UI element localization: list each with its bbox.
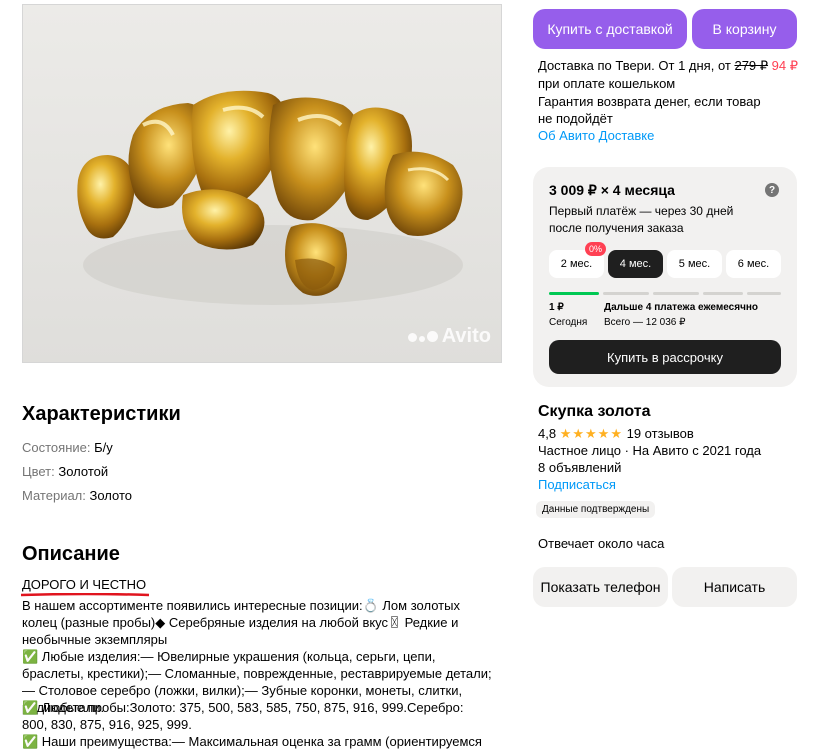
description-para-3: ✅ Любые пробы:Золото: 375, 500, 583, 585… [22,700,464,732]
buy-with-delivery-button[interactable]: Купить с доставкой [533,9,687,49]
rest-payments-total: Всего — 12 036 ₽ [604,317,686,328]
subscribe-link[interactable]: Подписаться [538,476,616,493]
description-head: ДОРОГО И ЧЕСТНО [22,577,147,592]
char-value: Б/у [94,440,113,455]
description-title: Описание [22,543,120,565]
verified-badge: Данные подтверждены [536,501,656,518]
seller-name[interactable]: Скупка золота [538,403,650,421]
avito-watermark: Avito [407,325,491,348]
response-time: Отвечает около часа [538,536,665,551]
rest-payments: Дальше 4 платежа ежемесячно Всего — 12 0… [604,300,758,330]
show-phone-button[interactable]: Показать телефон [533,567,668,607]
first-payment: 1 ₽ Сегодня [549,300,587,330]
delivery-line-1: Доставка по Твери. От 1 дня, от 279 ₽ 94… [538,57,798,74]
avito-delivery-link[interactable]: Об Авито Доставке [538,127,654,144]
old-price: 279 ₽ [734,58,769,73]
char-key: Материал: [22,488,86,503]
progress-segment [703,292,743,295]
seller-type-since: Частное лицо · На Авито с 2021 года [538,443,762,458]
first-payment-when: Сегодня [549,317,588,328]
reviews-link[interactable]: 19 отзывов [627,426,694,441]
description-para-1: В нашем ассортименте появились интересны… [22,598,460,647]
add-to-cart-button[interactable]: В корзину [692,9,797,49]
seller-rating: 4,8 ★★★★★ 19 отзывов [538,425,694,442]
buy-installment-button[interactable]: Купить в рассрочку [549,340,781,374]
avito-logo-icon [407,331,438,342]
rest-payments-title: Дальше 4 платежа ежемесячно [604,302,759,313]
guarantee-line-2: не подойдёт [538,111,613,126]
guarantee-line-1: Гарантия возврата денег, если товар [538,94,761,109]
write-message-button[interactable]: Написать [672,567,797,607]
month-option-6[interactable]: 6 мес. [726,250,781,278]
product-photo[interactable]: Avito [22,4,502,363]
progress-segment [603,292,649,295]
month-option-5[interactable]: 5 мес. [667,250,722,278]
char-key: Состояние: [22,440,91,455]
installment-card: 3 009 ₽ × 4 месяца ? Первый платёж — чер… [533,167,797,387]
delivery-prefix: Доставка по Твери. От 1 дня, от [538,58,735,73]
first-payment-amount: 1 ₽ [549,302,564,313]
watermark-text: Avito [441,325,491,347]
char-row-condition: Состояние: Б/у [22,440,113,455]
rating-value: 4,8 [538,426,557,441]
char-row-material: Материал: Золото [22,488,132,503]
zero-percent-badge: 0% [585,242,607,256]
characteristics-title: Характеристики [22,403,181,425]
progress-paid-segment [549,292,599,295]
help-icon[interactable]: ? [765,183,779,197]
installment-subtitle: Первый платёж — через 30 дней после полу… [549,204,734,235]
gold-crowns-image [23,5,501,362]
char-row-color: Цвет: Золотой [22,464,108,479]
seller-listings[interactable]: 8 объявлений [538,459,621,476]
description-para-4: ✅ Наши преимущества:— Максимальная оценк… [22,734,482,749]
month-option-4[interactable]: 4 мес. [608,250,663,278]
delivery-line-2: при оплате кошельком [538,76,676,91]
char-value: Золото [89,488,133,503]
installment-title: 3 009 ₽ × 4 месяца [549,182,675,198]
progress-segment [653,292,699,295]
rating-stars-icon: ★★★★★ [559,426,623,441]
new-price: 94 ₽ [771,58,799,73]
char-key: Цвет: [22,464,55,479]
char-value: Золотой [58,464,109,479]
progress-segment [747,292,781,295]
